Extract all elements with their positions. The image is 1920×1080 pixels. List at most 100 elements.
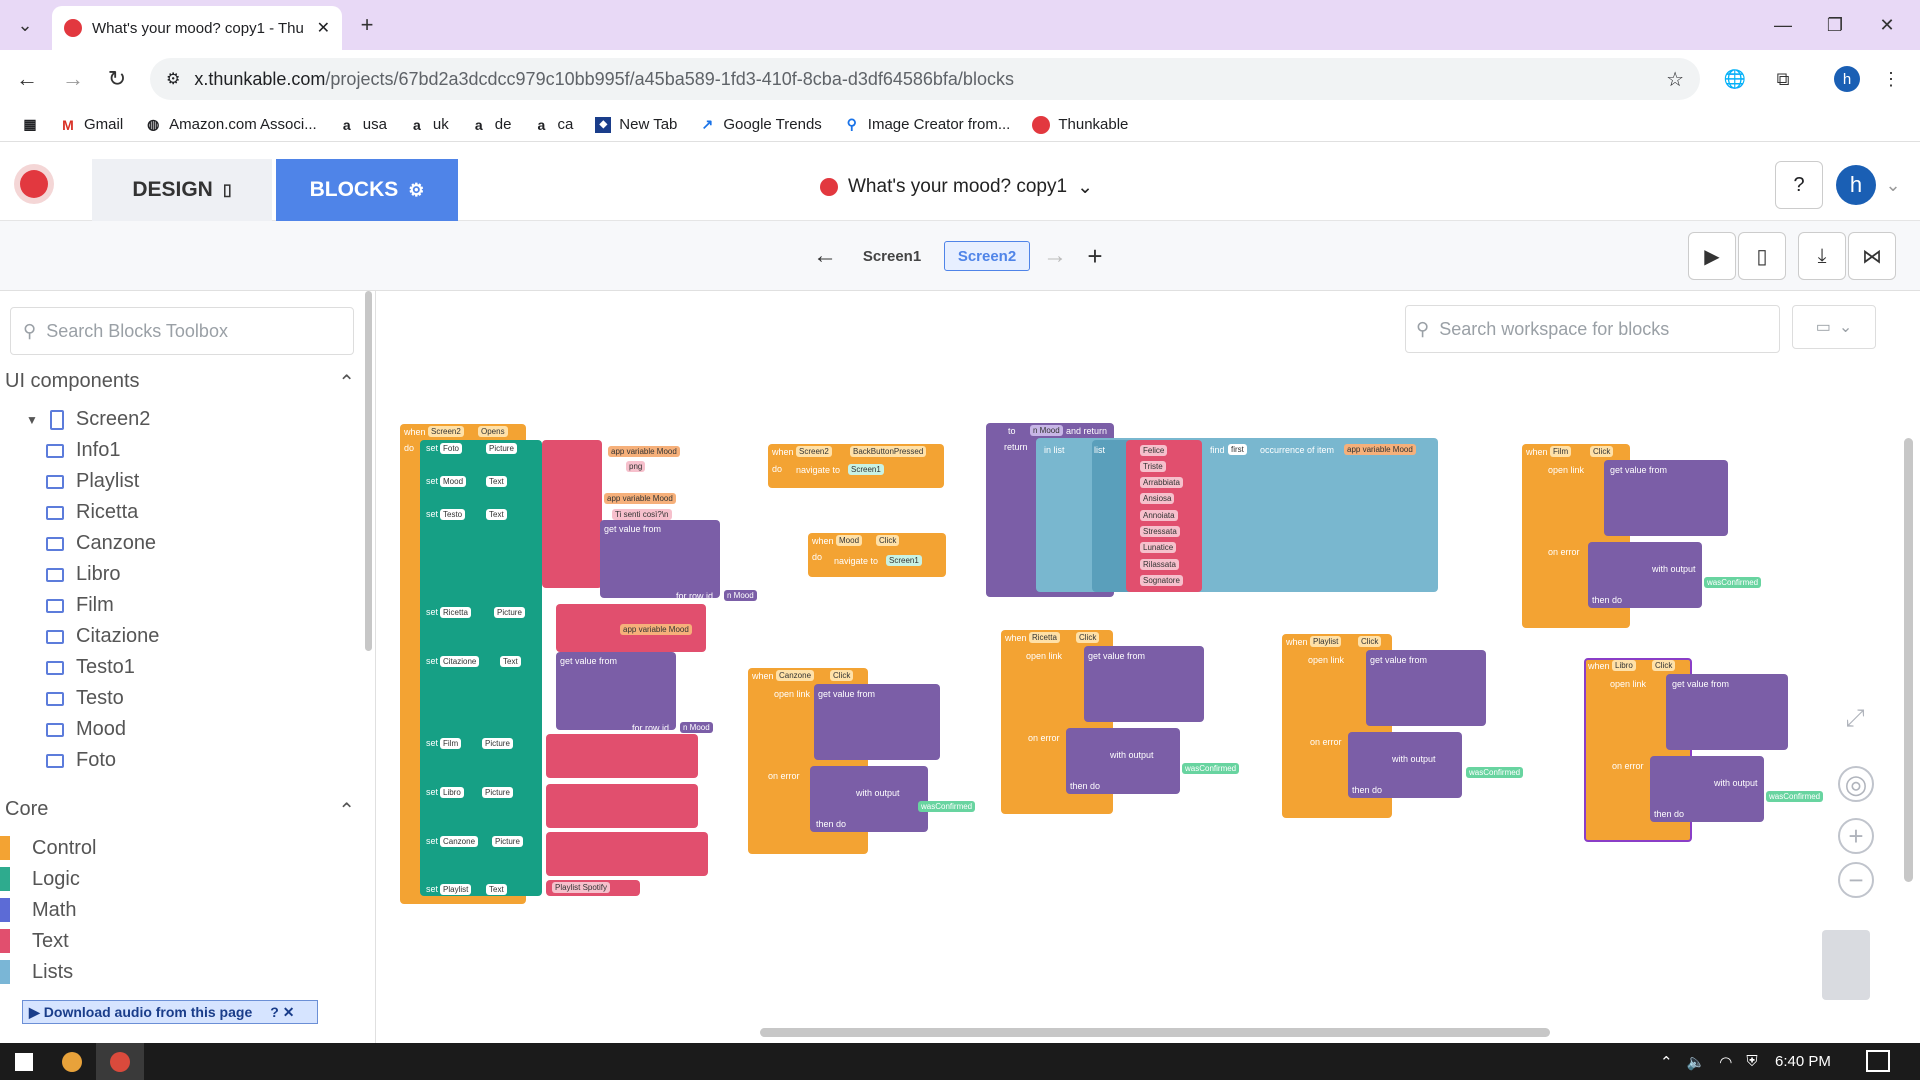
join-block[interactable]	[546, 832, 708, 876]
block-slot[interactable]: Picture	[482, 738, 513, 749]
block-slot[interactable]: app variable Mood	[608, 446, 680, 457]
chrome-taskbar-icon[interactable]	[48, 1043, 96, 1080]
block-slot[interactable]: png	[626, 461, 646, 472]
tree-item-testo[interactable]: Testo	[46, 687, 124, 710]
tree-item-foto[interactable]: Foto	[46, 749, 116, 772]
block-slot[interactable]: Libro	[1612, 660, 1636, 671]
tree-item-canzone[interactable]: Canzone	[46, 532, 156, 555]
close-icon[interactable]: ✕	[283, 1004, 295, 1021]
project-title-dropdown[interactable]: What's your mood? copy1 ⌄	[820, 172, 1093, 202]
block-slot[interactable]: Text	[486, 509, 507, 520]
download-app-button[interactable]: ⤓	[1798, 232, 1846, 280]
site-info-icon[interactable]: ⚙	[166, 69, 180, 89]
forward-icon[interactable]: →	[60, 66, 86, 92]
block-slot[interactable]: Ricetta	[1029, 632, 1060, 643]
chevron-up-icon[interactable]: ⌃	[1660, 1053, 1673, 1071]
block-slot[interactable]: Click	[1590, 446, 1614, 457]
tree-item-info1[interactable]: Info1	[46, 439, 120, 462]
restore-icon[interactable]: ❐	[1822, 12, 1848, 38]
block-slot[interactable]: Click	[1652, 660, 1676, 671]
bookmark-gmail[interactable]: M Gmail	[60, 116, 123, 133]
join-block[interactable]	[542, 440, 602, 588]
block-slot[interactable]: Testo	[440, 509, 466, 520]
zoom-out-icon[interactable]: −	[1838, 862, 1874, 898]
mood-item[interactable]: Lunatice	[1140, 542, 1177, 553]
block-slot[interactable]: wasConfirmed	[1466, 767, 1524, 778]
block-slot[interactable]: Picture	[482, 787, 513, 798]
block-slot[interactable]: Playlist Spotify	[552, 882, 611, 893]
block-slot[interactable]: Click	[1358, 636, 1382, 647]
block-slot[interactable]: app variable Mood	[1344, 444, 1416, 455]
bookmark-de[interactable]: a de	[471, 116, 512, 133]
core-math[interactable]: Math	[0, 898, 76, 922]
block-slot[interactable]: Picture	[486, 443, 517, 454]
block-slot[interactable]: Canzone	[440, 836, 479, 847]
mood-item[interactable]: Stressata	[1140, 526, 1180, 537]
bookmark-uk[interactable]: a uk	[409, 116, 449, 133]
bookmark-amazon-associates[interactable]: ◍ Amazon.com Associ...	[145, 116, 317, 133]
system-tray[interactable]: ⌃ 🔈 ◠ ⛨	[1660, 1043, 1758, 1080]
previous-screen-icon[interactable]: ←	[812, 242, 838, 270]
extensions-icon[interactable]: ⧉	[1770, 66, 1796, 92]
extension-globe-icon[interactable]: 🌐	[1722, 66, 1748, 92]
back-icon[interactable]: ←	[14, 66, 40, 92]
reload-icon[interactable]: ↻	[104, 66, 130, 92]
block-slot[interactable]: BackButtonPressed	[850, 446, 927, 457]
workspace-horizontal-scrollbar[interactable]	[760, 1028, 1550, 1037]
join-block[interactable]	[546, 734, 698, 778]
block-slot[interactable]: n Mood	[1030, 425, 1063, 436]
block-slot[interactable]: Screen1	[886, 555, 922, 566]
block-slot[interactable]: Click	[830, 670, 854, 681]
live-test-button[interactable]: ▶	[1688, 232, 1736, 280]
close-tab-icon[interactable]: ✕	[317, 18, 330, 38]
block-slot[interactable]: Text	[500, 656, 521, 667]
block-slot[interactable]: Canzone	[776, 670, 815, 681]
tree-item-libro[interactable]: Libro	[46, 563, 120, 586]
mood-item[interactable]: Felice	[1140, 445, 1168, 456]
recenter-icon[interactable]: ◎	[1838, 766, 1874, 802]
block-slot[interactable]: Mood	[440, 476, 467, 487]
mood-item[interactable]: Triste	[1140, 461, 1166, 472]
volume-icon[interactable]: 🔈	[1687, 1053, 1706, 1071]
tree-screen2[interactable]: ▼ Screen2	[26, 408, 150, 431]
block-slot[interactable]: wasConfirmed	[1182, 763, 1240, 774]
bookmark-thunkable[interactable]: Thunkable	[1032, 115, 1128, 134]
workspace-vertical-scrollbar[interactable]	[1904, 438, 1913, 882]
core-lists[interactable]: Lists	[0, 960, 73, 984]
screen2-tab[interactable]: Screen2	[944, 241, 1030, 271]
block-slot[interactable]: Click	[1076, 632, 1100, 643]
mood-item[interactable]: Arrabbiata	[1140, 477, 1183, 488]
block-slot[interactable]: Playlist	[440, 884, 472, 895]
browser-tab[interactable]: What's your mood? copy1 - Thu ✕	[52, 6, 342, 50]
tree-item-mood[interactable]: Mood	[46, 718, 126, 741]
fit-to-screen-icon[interactable]: ⤢	[1838, 702, 1872, 736]
thunkable-logo[interactable]	[14, 164, 54, 204]
bookmark-star-icon[interactable]: ☆	[1666, 67, 1684, 92]
block-slot[interactable]: first	[1228, 444, 1247, 455]
download-audio-bar[interactable]: ▶ Download audio from this page? ✕	[22, 1000, 318, 1024]
toolbox-search-input[interactable]: ⚲ Search Blocks Toolbox	[10, 307, 354, 355]
block-slot[interactable]: Ti senti così?\n	[612, 509, 672, 520]
block-slot[interactable]: Picture	[494, 607, 525, 618]
security-icon[interactable]: ⛨	[1746, 1053, 1757, 1070]
address-bar[interactable]: ⚙ x.thunkable.com/projects/67bd2a3dcdcc9…	[150, 58, 1700, 100]
mood-item[interactable]: Annoiata	[1140, 510, 1178, 521]
chrome-active-taskbar-icon[interactable]	[96, 1043, 144, 1080]
block-slot[interactable]: Text	[486, 884, 507, 895]
next-screen-icon[interactable]: →	[1042, 242, 1068, 270]
tree-item-ricetta[interactable]: Ricetta	[46, 501, 138, 524]
block-slot[interactable]: wasConfirmed	[1704, 577, 1762, 588]
core-header[interactable]: Core ⌃	[5, 798, 355, 823]
help-icon[interactable]: ?	[270, 1004, 279, 1020]
menu-icon[interactable]: ⋮	[1880, 66, 1902, 92]
block-slot[interactable]: Screen1	[848, 464, 884, 475]
block-slot[interactable]: Screen2	[428, 426, 464, 437]
block-slot[interactable]: Opens	[478, 426, 508, 437]
mood-item[interactable]: Sognatore	[1140, 575, 1183, 586]
block-slot[interactable]: n Mood	[680, 722, 713, 733]
tree-item-citazione[interactable]: Citazione	[46, 625, 159, 648]
mood-item[interactable]: Ansiosa	[1140, 493, 1175, 504]
apps-grid-icon[interactable]: ▦	[22, 116, 38, 133]
design-tab[interactable]: DESIGN ▯	[92, 159, 272, 221]
block-slot[interactable]: n Mood	[724, 590, 757, 601]
